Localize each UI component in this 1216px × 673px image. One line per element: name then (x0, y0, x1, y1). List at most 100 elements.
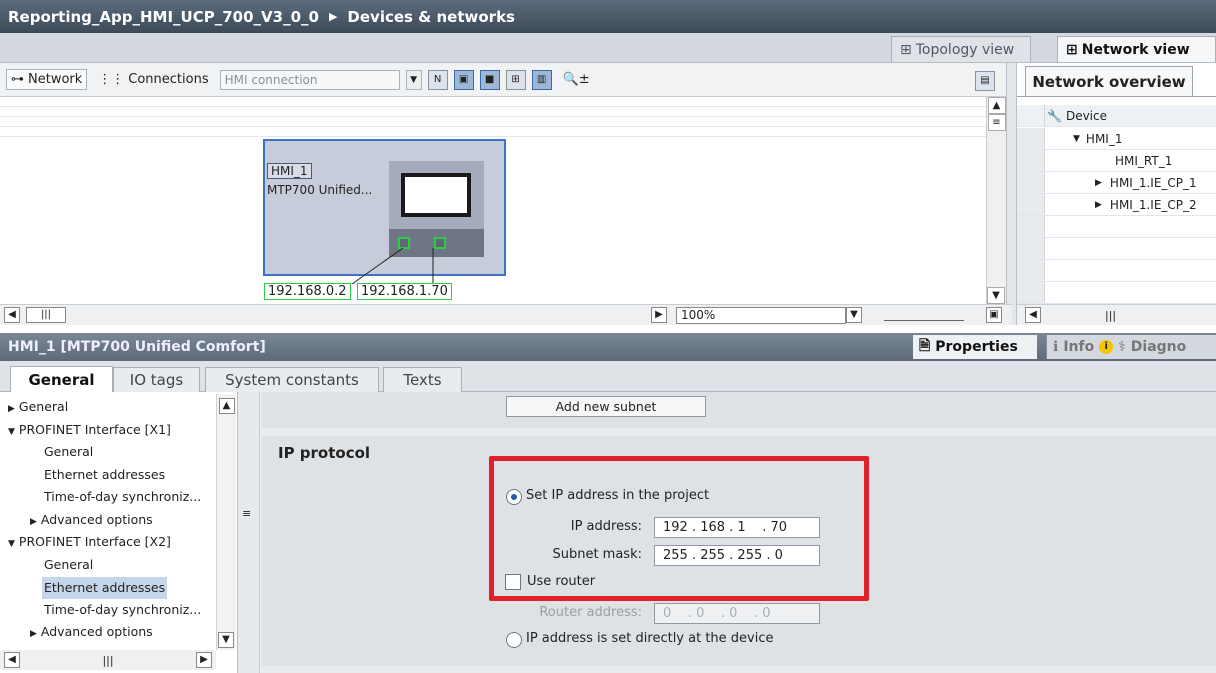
tree-item-x2-advanced[interactable]: ▶ Advanced options (30, 621, 153, 643)
ip-label-x1[interactable]: 192.168.0.2 (264, 283, 351, 300)
connections-icon: ⋮⋮ (98, 72, 125, 87)
scroll-thumb-horizontal[interactable]: ||| (26, 307, 66, 323)
network-mode-button[interactable]: ⊶ Network (6, 69, 88, 90)
row-gutter (1017, 260, 1045, 281)
scroll-up-icon[interactable]: ▲ (987, 97, 1006, 114)
scroll-up-icon[interactable]: ▲ (218, 398, 235, 414)
tab-info[interactable]: ℹ Info i ⚕ Diagno (1046, 335, 1216, 359)
highlight-box (489, 456, 869, 601)
info-tab-icon: ℹ (1053, 339, 1059, 355)
tree-item-x2-ethernet[interactable]: Ethernet addresses (42, 577, 168, 599)
tree-item-x1-ethernet[interactable]: Ethernet addresses (44, 464, 165, 486)
tree-horizontal-scrollbar[interactable]: ◀ ||| ▶ (0, 650, 216, 670)
row-gutter (1017, 172, 1045, 193)
router-address-field[interactable]: 0 . 0 . 0 . 0 (654, 603, 820, 624)
tab-system-constants[interactable]: System constants (205, 367, 379, 392)
network-view-tab[interactable]: ⊞ Network view (1057, 36, 1216, 62)
scroll-left-icon[interactable]: ◀ (1025, 307, 1041, 323)
tree-item-x1-time[interactable]: Time-of-day synchroniz... (44, 486, 201, 508)
view-switcher: ⊞ Topology view ⊞ Network view (0, 33, 1216, 63)
expand-right-icon[interactable]: ▶ (1095, 178, 1102, 188)
scroll-right-icon[interactable]: ▶ (651, 307, 667, 323)
navigator-icon[interactable]: ▣ (986, 307, 1002, 323)
zoom-slider[interactable] (884, 309, 964, 321)
add-new-subnet-button[interactable]: Add new subnet (506, 396, 706, 417)
zoom-dropdown-icon[interactable]: ▼ (846, 307, 862, 323)
overview-row-label: HMI_1.IE_CP_2 (1109, 197, 1197, 212)
overview-row[interactable]: ▶ HMI_1.IE_CP_1 (1017, 172, 1216, 194)
ip-label-x2[interactable]: 192.168.1.70 (357, 283, 452, 300)
splitter-grip-icon[interactable]: ≡ (242, 507, 251, 520)
overview-row[interactable]: ▶ HMI_1.IE_CP_2 (1017, 194, 1216, 216)
tree-item-label: Advanced options (40, 512, 153, 527)
grid-icon[interactable]: ⊞ (505, 69, 526, 90)
tree-item-x1-advanced[interactable]: ▶ Advanced options (30, 509, 153, 531)
zoom-in-icon[interactable]: 🔍± (558, 69, 595, 90)
scroll-thumb-horizontal[interactable]: ||| (1105, 309, 1116, 322)
tab-io-tags[interactable]: IO tags (113, 367, 200, 392)
topology-view-label: Topology view (915, 41, 1015, 58)
overview-row[interactable]: ▼ HMI_1 (1017, 128, 1216, 150)
diagnostics-label[interactable]: Diagno (1131, 339, 1186, 355)
topology-icon: ⊞ (900, 41, 912, 58)
overview-toggle-icon[interactable]: ▤ (975, 71, 995, 91)
expand-down-icon: ▼ (8, 427, 15, 437)
panel-layout-icon[interactable]: ▥ (531, 69, 552, 90)
row-gutter (1017, 238, 1045, 259)
canvas-vertical-scrollbar[interactable]: ▲ ≡ ▼ (986, 97, 1006, 304)
name-display-icon[interactable]: N (427, 69, 448, 90)
overview-empty-row (1017, 282, 1216, 304)
network-canvas[interactable]: HMI_1 MTP700 Unified... 192.168.0.2 192.… (0, 97, 986, 304)
expand-right-icon[interactable]: ▶ (1095, 200, 1102, 210)
tree-vertical-scrollbar[interactable]: ▲ ▼ (216, 394, 236, 650)
tree-item-x2-time[interactable]: Time-of-day synchroniz... (44, 599, 201, 621)
scroll-thumb[interactable]: ≡ (987, 114, 1006, 131)
ip-set-at-device-radio[interactable] (506, 632, 522, 648)
topology-view-tab[interactable]: ⊞ Topology view (891, 36, 1031, 62)
overview-header-gutter (1017, 105, 1045, 126)
device-name: HMI_1 (267, 163, 312, 179)
hmi-device[interactable]: HMI_1 MTP700 Unified... (263, 139, 506, 276)
chevron-down-icon[interactable]: ▼ (405, 69, 422, 90)
tab-general[interactable]: General (10, 366, 113, 393)
row-gutter (1017, 194, 1045, 215)
connections-button[interactable]: ⋮⋮ Connections (93, 69, 213, 90)
scroll-thumb-horizontal[interactable]: ||| (102, 654, 113, 667)
port-x2[interactable] (434, 237, 446, 249)
device-type: MTP700 Unified... (267, 183, 373, 197)
canvas-horizontal-scrollbar[interactable]: ◀ ||| ▶ 100% ▼ ▣ (0, 304, 1012, 325)
tree-item-general[interactable]: ▶ General (8, 396, 68, 418)
section-title: Devices & networks (347, 7, 515, 26)
show-interfaces-icon[interactable]: ■ (479, 69, 500, 90)
project-title: Reporting_App_HMI_UCP_700_V3_0_0 (8, 7, 319, 26)
scroll-right-icon[interactable]: ▶ (196, 652, 212, 668)
device-panel (389, 161, 484, 229)
tab-texts[interactable]: Texts (383, 367, 462, 392)
tree-item-profinet-x2[interactable]: ▼ PROFINET Interface [X2] (8, 531, 171, 553)
screen-icon (401, 173, 471, 217)
overview-row[interactable]: HMI_RT_1 (1017, 150, 1216, 172)
show-connections-icon[interactable]: ▣ (453, 69, 474, 90)
zoom-select[interactable]: 100% (676, 306, 846, 324)
properties-tree: ▶ General ▼ PROFINET Interface [X1] Gene… (0, 392, 238, 673)
expand-down-icon[interactable]: ▼ (1073, 134, 1080, 144)
connection-type-select[interactable]: HMI connection (219, 69, 400, 90)
scroll-down-icon[interactable]: ▼ (218, 632, 234, 648)
port-x1[interactable] (398, 237, 410, 249)
tree-item-x2-general[interactable]: General (44, 554, 93, 576)
tree-item-x1-general[interactable]: General (44, 441, 93, 463)
scroll-left-icon[interactable]: ◀ (4, 307, 20, 323)
tab-network-overview[interactable]: Network overview (1025, 66, 1193, 96)
network-mode-icon: ⊶ (11, 72, 24, 87)
panel-splitter[interactable] (1006, 63, 1016, 325)
scroll-down-icon[interactable]: ▼ (987, 287, 1005, 304)
tab-properties[interactable]: 🗎 Properties (913, 335, 1037, 359)
ip-protocol-title: IP protocol (278, 444, 371, 462)
overview-horizontal-scrollbar[interactable]: ◀ ||| (1017, 304, 1216, 325)
tree-item-label: PROFINET Interface [X2] (18, 534, 171, 549)
expand-right-icon: ▶ (8, 404, 15, 414)
scroll-left-icon[interactable]: ◀ (4, 652, 20, 668)
tree-splitter[interactable]: ≡ (238, 392, 260, 673)
device-column-header[interactable]: Device (1066, 109, 1107, 123)
tree-item-profinet-x1[interactable]: ▼ PROFINET Interface [X1] (8, 419, 171, 441)
